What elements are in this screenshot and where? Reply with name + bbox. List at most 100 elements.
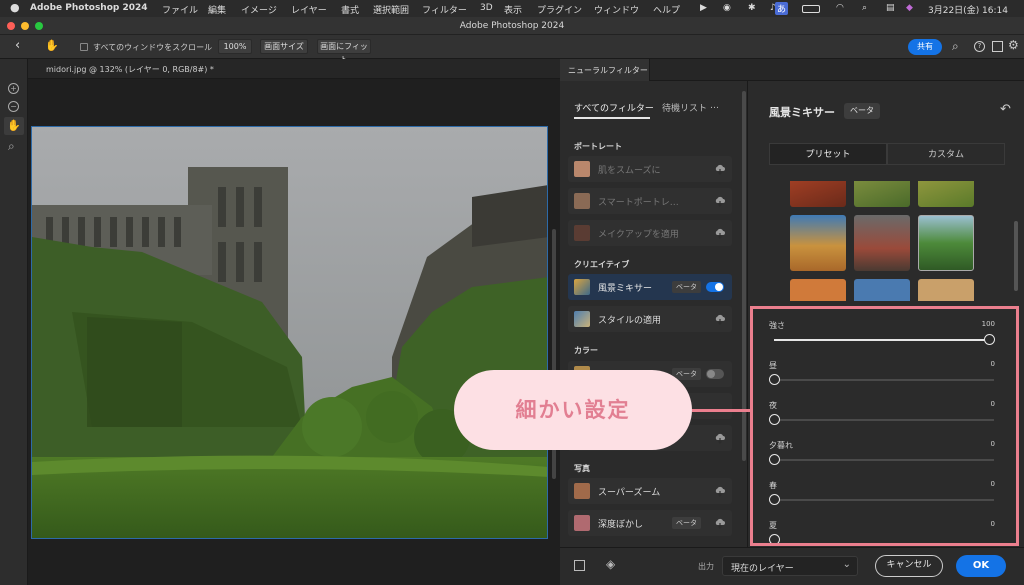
menu-plugins[interactable]: プラグイン [537, 3, 582, 16]
annotation-callout: 細かい設定 [454, 370, 692, 450]
output-select[interactable]: 現在のレイヤー ⌄ [722, 556, 858, 576]
document-tab-title: midori.jpg @ 132% (レイヤー 0, RGB/8#) * [46, 65, 214, 74]
reset-icon[interactable]: ↶ [1000, 102, 1011, 117]
tool-options-bar: ‹ ✋ すべてのウィンドウをスクロール 100% 画面サイズ 画面にフィット 共… [0, 35, 1024, 64]
preset-grid [748, 181, 1024, 301]
menu-image[interactable]: イメージ [241, 3, 277, 16]
cancel-button[interactable]: キャンセル [875, 555, 943, 577]
preset-thumbnail[interactable] [790, 279, 846, 301]
neural-bottom-bar: ◈ 出力 現在のレイヤー ⌄ キャンセル OK [560, 547, 1024, 585]
chevron-down-icon: ⌄ [842, 559, 851, 570]
help-icon[interactable]: ? [974, 41, 985, 52]
neural-panel-tab[interactable]: ニューラルフィルター [560, 59, 650, 81]
menu-type[interactable]: 書式 [341, 3, 359, 16]
tab-presets[interactable]: プリセット [769, 143, 887, 165]
compare-icon[interactable] [574, 560, 585, 571]
filter-label: スタイルの適用 [598, 316, 662, 326]
tab-custom[interactable]: カスタム [887, 143, 1005, 165]
ok-button[interactable]: OK [956, 555, 1006, 577]
zoom-out-icon[interactable]: − [8, 101, 19, 112]
apple-icon[interactable]: ● [10, 1, 20, 14]
bluetooth-icon[interactable]: ✱ [748, 3, 756, 13]
magnify-tool-icon[interactable]: ⌕ [8, 139, 15, 154]
menu-window[interactable]: ウィンドウ [594, 3, 639, 16]
scroll-all-checkbox[interactable] [80, 43, 88, 51]
style-transfer-thumbnail [574, 311, 590, 327]
hand-tool-icon[interactable]: ✋ [45, 39, 59, 52]
landscape-mixer-thumbnail [574, 279, 590, 295]
beta-badge: ベータ [672, 281, 701, 293]
zoom-100-button[interactable]: 100% [218, 39, 252, 54]
filter-item-landscape-mixer[interactable]: 風景ミキサー ベータ [568, 274, 732, 300]
cloud-download-icon[interactable] [714, 313, 726, 325]
menu-layer[interactable]: レイヤー [291, 3, 327, 16]
preset-thumbnail[interactable] [854, 279, 910, 301]
cloud-download-icon[interactable] [714, 485, 726, 497]
hand-tool-icon[interactable]: ✋ [4, 117, 24, 135]
filter-item-smart-portrait[interactable]: スマートポートレ… [568, 188, 732, 214]
settings-title: 風景ミキサー [769, 106, 835, 119]
filter-item-skin-smoothing[interactable]: 肌をスムーズに [568, 156, 732, 182]
fit-on-screen-button[interactable]: 画面にフィット [317, 39, 371, 64]
color-filter-toggle[interactable] [706, 369, 724, 379]
window-title: Adobe Photoshop 2024 [459, 21, 565, 31]
menu-select[interactable]: 選択範囲 [373, 3, 409, 16]
filter-item-super-zoom[interactable]: スーパーズーム [568, 478, 732, 504]
control-center-icon[interactable]: ▤ [886, 3, 895, 13]
output-select-value: 現在のレイヤー [731, 564, 794, 574]
ruined-building-photo [32, 127, 547, 538]
filter-item-makeup-transfer[interactable]: メイクアップを適用 [568, 220, 732, 246]
cloud-download-icon[interactable] [714, 432, 726, 444]
cloud-download-icon[interactable] [714, 517, 726, 529]
landscape-mixer-toggle[interactable] [706, 282, 724, 292]
menu-edit[interactable]: 編集 [208, 3, 226, 16]
tab-all-filters[interactable]: すべてのフィルター [574, 101, 654, 114]
filter-label: スマートポートレ… [598, 198, 679, 208]
zoom-in-icon[interactable]: + [8, 83, 19, 94]
preset-thumbnail[interactable] [854, 181, 910, 207]
menu-filter[interactable]: フィルター [422, 3, 467, 16]
layers-icon[interactable]: ◈ [606, 557, 615, 571]
cloud-download-icon[interactable] [714, 227, 726, 239]
menu-view[interactable]: 表示 [504, 3, 522, 16]
tab-waitlist-ellipsis: … [710, 101, 719, 111]
settings-scrollbar[interactable] [1014, 221, 1018, 291]
menu-3d[interactable]: 3D [480, 3, 493, 13]
cloud-download-icon[interactable] [714, 163, 726, 175]
search-icon[interactable]: ⌕ [952, 39, 959, 54]
document-image[interactable] [31, 126, 548, 539]
preset-thumbnail[interactable] [854, 215, 910, 271]
back-arrow-icon[interactable]: ‹ [15, 38, 20, 53]
filter-item-depth-blur[interactable]: 深度ぼかし ベータ [568, 510, 732, 536]
workspace-icon[interactable] [992, 41, 1003, 52]
menu-clock: 3月22日(金) 16:14 [928, 6, 1008, 16]
battery-icon[interactable] [802, 5, 820, 13]
menu-help[interactable]: ヘルプ [653, 3, 680, 16]
beta-badge: ベータ [672, 517, 701, 529]
search-spotlight-icon[interactable]: ⌕ [862, 3, 867, 13]
fit-screen-size-button[interactable]: 画面サイズ [260, 39, 308, 54]
tab-underline [574, 117, 650, 119]
annotation-highlight-box [750, 306, 1019, 546]
preset-thumbnail[interactable] [790, 181, 846, 207]
filter-label: 深度ぼかし [598, 520, 644, 530]
tab-waitlist[interactable]: 待機リスト [662, 101, 707, 114]
play-status-icon[interactable]: ▶ [700, 3, 707, 13]
preset-thumbnail[interactable] [918, 181, 974, 207]
record-status-icon[interactable]: ◉ [723, 3, 731, 13]
wifi-icon[interactable]: ◠ [836, 3, 844, 13]
settings-gear-icon[interactable]: ⚙ [1008, 38, 1019, 52]
filter-list-scrollbar[interactable] [742, 91, 746, 461]
share-button[interactable]: 共有 [908, 39, 942, 55]
filter-item-style-transfer[interactable]: スタイルの適用 [568, 306, 732, 332]
preset-thumbnail[interactable] [918, 279, 974, 301]
app-menu-name[interactable]: Adobe Photoshop 2024 [30, 3, 148, 13]
siri-icon[interactable]: ◆ [906, 3, 913, 13]
menu-file[interactable]: ファイル [162, 3, 198, 16]
document-tab[interactable]: midori.jpg @ 132% (レイヤー 0, RGB/8#) * [28, 59, 560, 79]
preset-thumbnail[interactable] [790, 215, 846, 271]
toggle-knob [707, 370, 715, 378]
ime-indicator[interactable]: あ [775, 2, 789, 15]
cloud-download-icon[interactable] [714, 195, 726, 207]
preset-thumbnail[interactable] [918, 215, 974, 271]
